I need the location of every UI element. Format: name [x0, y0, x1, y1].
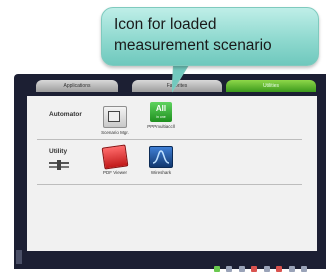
scenario-icon	[103, 106, 127, 128]
app-label: PPPmultiaccll	[147, 124, 175, 129]
alert-icon	[251, 266, 258, 272]
record-icon	[276, 266, 283, 272]
app-label: PDF Viewer	[103, 170, 127, 175]
pdf-viewer-icon	[101, 144, 129, 170]
speaker-icon	[288, 266, 295, 272]
side-handle[interactable]	[16, 250, 22, 264]
app-wireshark[interactable]: Wireshark	[143, 146, 179, 175]
battery-icon	[301, 266, 308, 272]
tab-utilities[interactable]: Utilities	[226, 80, 316, 92]
callout-line-2: measurement scenario	[114, 37, 272, 54]
section-divider	[37, 184, 302, 185]
info-icon	[238, 266, 245, 272]
ppp-multiaccess-icon: All in one	[150, 102, 172, 122]
callout-line-1: Icon for loaded	[114, 16, 217, 33]
section-divider	[37, 139, 302, 140]
status-bar	[214, 259, 322, 272]
usb-icon	[263, 266, 270, 272]
section-title-utility: Utility	[49, 148, 68, 155]
app-label: Wireshark	[150, 170, 172, 175]
app-pdf-viewer[interactable]: PDF Viewer	[97, 144, 133, 175]
tab-applications[interactable]: Applications	[36, 80, 118, 92]
ppp-badge-main: All	[155, 104, 167, 113]
section-title-automator: Automator	[49, 111, 82, 118]
callout-text: Icon for loaded measurement scenario	[114, 14, 312, 56]
wireshark-icon	[149, 146, 173, 168]
display-icon	[226, 266, 233, 272]
utility-cable-icon	[49, 160, 69, 170]
app-scenario-manager[interactable]: Scenario Mgr.	[97, 106, 133, 135]
app-ppp-multiaccess[interactable]: All in one PPPmultiaccll	[143, 102, 179, 129]
utilities-panel: Automator Scenario Mgr. All in one PPPmu…	[27, 96, 317, 251]
network-status-icon	[214, 266, 220, 272]
app-label: Scenario Mgr.	[101, 130, 129, 135]
ppp-badge-sub: in one	[156, 115, 166, 119]
annotation-callout: Icon for loaded measurement scenario	[101, 7, 319, 66]
